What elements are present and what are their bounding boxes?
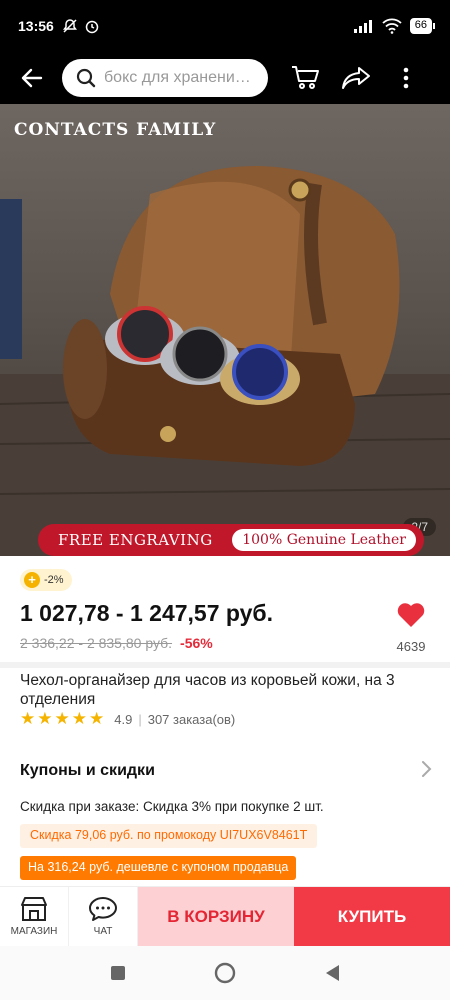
status-time: 13:56 (18, 18, 54, 34)
discount-chip: + -2% (20, 569, 72, 591)
chat-label: ЧАТ (93, 926, 113, 937)
heart-icon (397, 603, 425, 627)
coupons-heading[interactable]: Купоны и скидки (20, 762, 155, 780)
battery-indicator: 66 (409, 18, 436, 34)
status-icons-right: 66 (353, 18, 436, 34)
status-icons-left (62, 18, 100, 34)
add-to-cart-button[interactable]: В КОРЗИНУ (138, 887, 294, 946)
product-page: 13:56 66 бокс для хранения ... CONTACTS … (0, 0, 450, 1000)
buy-now-button[interactable]: КУПИТЬ (294, 887, 450, 946)
price-old: 2 336,22 - 2 835,80 руб. (20, 635, 173, 651)
bottom-action-bar: МАГАЗИН ЧАТ В КОРЗИНУ КУПИТЬ (0, 886, 450, 946)
search-placeholder: бокс для хранения ... (104, 69, 254, 86)
more-button[interactable] (384, 56, 428, 100)
section-divider (0, 662, 450, 668)
rating-value: 4.9 (114, 711, 133, 727)
star-icon: ★ (20, 709, 36, 728)
seller-coupon-badge[interactable]: На 316,24 руб. дешевле с купоном продавц… (20, 856, 297, 880)
price-current: 1 027,78 - 1 247,57 руб. (20, 600, 274, 626)
promo-leather: 100% Genuine Leather (232, 529, 416, 551)
signal-icon (353, 20, 372, 33)
top-actions (284, 56, 428, 100)
orders-count: 307 заказа(ов) (147, 711, 236, 727)
favorite-button[interactable]: 4639 (388, 602, 434, 654)
star-icon: ★ (54, 709, 70, 728)
rating-row[interactable]: ★ ★ ★ ★ ★ 4.9 | 307 заказа(ов) (20, 709, 235, 729)
arrow-left-icon (21, 68, 43, 88)
star-icon: ★ (37, 709, 53, 728)
search-icon (76, 68, 96, 88)
back-triangle-icon[interactable] (324, 964, 340, 982)
chat-button[interactable]: ЧАТ (69, 887, 138, 946)
alarm-icon (85, 20, 99, 34)
brand-watermark: CONTACTS FAMILY (14, 120, 217, 140)
star-icon: ★ (89, 709, 105, 728)
promo-engraving: FREE ENGRAVING (58, 531, 213, 549)
store-icon (21, 897, 47, 921)
star-icon: ★ (71, 709, 87, 728)
wifi-icon (382, 18, 402, 34)
top-bar: бокс для хранения ... (0, 52, 450, 104)
cart-icon (292, 66, 319, 89)
bell-muted-icon (62, 19, 77, 33)
price-section: + -2% 1 027,78 - 1 247,57 руб. 2 336,22 … (0, 556, 450, 666)
shop-label: МАГАЗИН (10, 926, 58, 937)
share-button[interactable] (334, 56, 378, 100)
system-nav-bar (0, 946, 450, 1000)
discount-percent: -56% (180, 635, 213, 651)
home-icon[interactable] (214, 962, 236, 984)
back-button[interactable] (10, 56, 54, 100)
rating-stars: ★ ★ ★ ★ ★ (20, 709, 104, 729)
favorites-count: 4639 (396, 639, 426, 654)
status-bar: 13:56 66 (0, 0, 450, 52)
share-icon (342, 67, 370, 89)
cart-button[interactable] (284, 56, 328, 100)
recent-apps-icon[interactable] (110, 965, 126, 981)
chevron-right-icon (422, 761, 432, 777)
product-photo (0, 165, 450, 556)
chat-icon (89, 897, 117, 921)
promo-code-badge[interactable]: Скидка 79,06 руб. по промокоду UI7UX6V84… (20, 824, 318, 848)
more-vertical-icon (403, 67, 409, 89)
plus-coin-icon: + (24, 572, 40, 588)
product-title: Чехол-органайзер для часов из коровьей к… (20, 672, 395, 708)
rating-separator: | (138, 711, 142, 727)
coupons-expand[interactable] (420, 760, 432, 783)
order-discount: Скидка при заказе: Скидка 3% при покупке… (20, 799, 324, 814)
search-input[interactable]: бокс для хранения ... (62, 59, 268, 97)
discount-chip-label: -2% (44, 574, 64, 586)
product-image-carousel[interactable]: CONTACTS FAMILY 2/7 FREE ENGRAVING 100% … (0, 104, 450, 556)
image-promo-banner: FREE ENGRAVING 100% Genuine Leather (38, 524, 424, 556)
shop-button[interactable]: МАГАЗИН (0, 887, 69, 946)
price-old-row: 2 336,22 - 2 835,80 руб. -56% (20, 635, 213, 651)
